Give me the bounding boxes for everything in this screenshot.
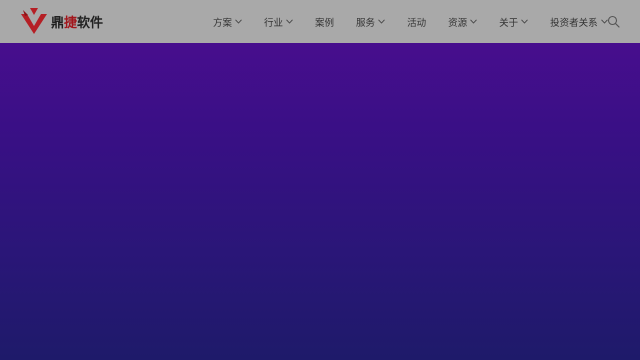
nav-item-industries[interactable]: 行业 [264, 15, 293, 29]
logo-text-part2: 软件 [77, 15, 104, 31]
nav-item-resources[interactable]: 资源 [448, 15, 477, 29]
nav-item-label: 投资者关系 [550, 17, 598, 29]
search-icon[interactable] [607, 15, 620, 28]
nav-item-label: 关于 [499, 17, 519, 29]
chevron-down-icon [286, 19, 293, 24]
logo-text-highlight: 捷 [64, 15, 78, 31]
logo-icon [21, 8, 47, 34]
chevron-down-icon [521, 19, 528, 24]
nav-item-about[interactable]: 关于 [499, 15, 528, 29]
nav-item-solutions[interactable]: 方案 [213, 15, 242, 29]
logo[interactable]: 鼎捷软件 [19, 6, 103, 36]
top-navigation-bar: 鼎捷软件 方案 行业 案例 服务 活动 资源 关于 投资者关系 [0, 0, 640, 43]
main-nav: 方案 行业 案例 服务 活动 资源 关于 投资者关系 [213, 0, 630, 43]
nav-item-events[interactable]: 活动 [407, 15, 426, 29]
chevron-down-icon [470, 19, 477, 24]
logo-text: 鼎捷软件 [51, 12, 103, 31]
nav-item-label: 案例 [315, 17, 335, 29]
nav-item-cases[interactable]: 案例 [315, 15, 334, 29]
nav-item-label: 资源 [448, 17, 468, 29]
nav-item-label: 方案 [213, 17, 233, 29]
nav-item-label: 活动 [407, 17, 427, 29]
chevron-down-icon [235, 19, 242, 24]
chevron-down-icon [378, 19, 385, 24]
nav-item-label: 行业 [264, 17, 284, 29]
hero-banner [0, 0, 640, 360]
nav-item-label: 服务 [356, 17, 376, 29]
logo-text-part1: 鼎 [51, 15, 65, 31]
nav-item-investor-relations[interactable]: 投资者关系 [550, 15, 608, 29]
nav-item-services[interactable]: 服务 [356, 15, 385, 29]
